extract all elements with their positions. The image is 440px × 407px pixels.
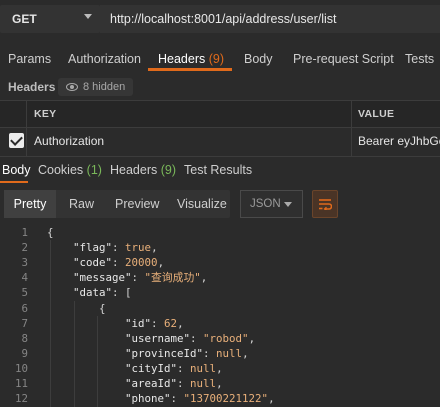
chevron-down-icon	[84, 14, 92, 19]
code-line: 5 "data": [	[0, 285, 440, 300]
code-text: "data": [	[73, 286, 132, 300]
header-value-cell[interactable]: Bearer eyJhbGciO	[358, 134, 440, 148]
header-key-cell[interactable]: Authorization	[34, 134, 104, 148]
line-number: 6	[21, 301, 28, 315]
view-mode-group: Pretty Raw Preview Visualize	[4, 190, 230, 218]
url-input[interactable]: http://localhost:8001/api/address/user/l…	[100, 5, 440, 33]
column-header-value: VALUE	[358, 108, 395, 120]
response-tab-test-results[interactable]: Test Results	[184, 163, 252, 177]
headers-section-header: Headers 8 hidden	[0, 76, 440, 98]
line-number: 3	[21, 256, 28, 270]
column-header-key: KEY	[34, 108, 57, 120]
code-line: 10 "cityId": null,	[0, 361, 440, 376]
view-pretty-button[interactable]: Pretty	[4, 190, 56, 218]
response-tabs: Body Cookies (1) Headers (9) Test Result…	[0, 158, 440, 182]
tab-tests[interactable]: Tests	[405, 52, 434, 66]
code-line: 3 "code": 20000,	[0, 255, 440, 270]
method-select[interactable]: GET	[0, 5, 100, 33]
line-number: 1	[21, 226, 28, 239]
wrap-lines-button[interactable]	[312, 190, 338, 218]
chevron-down-icon	[284, 202, 292, 207]
response-toolbar: Pretty Raw Preview Visualize JSON	[0, 189, 440, 219]
code-text: "flag": true,	[73, 241, 158, 255]
view-visualize-button[interactable]: Visualize	[177, 190, 227, 218]
line-number: 7	[21, 316, 28, 330]
code-text: "code": 20000,	[73, 256, 165, 270]
code-text: "areaId": null,	[125, 377, 223, 390]
line-number: 5	[21, 286, 28, 300]
code-line: 11 "areaId": null,	[0, 376, 440, 391]
code-text: "id": 62,	[125, 316, 184, 330]
tab-authorization[interactable]: Authorization	[68, 52, 141, 66]
headers-table: KEY VALUE Authorization Bearer eyJhbGciO	[0, 100, 440, 157]
line-number: 2	[21, 241, 28, 255]
response-headers-count: (9)	[160, 163, 177, 177]
tab-headers[interactable]: Headers (9)	[158, 52, 224, 66]
cookies-count: (1)	[86, 163, 102, 177]
tab-body[interactable]: Body	[244, 52, 273, 66]
format-value: JSON	[250, 198, 281, 210]
headers-count: (9)	[208, 52, 225, 66]
code-line: 8 "username": "robod",	[0, 331, 440, 346]
headers-section-title: Headers	[8, 80, 56, 94]
code-text: "message": "查询成功",	[73, 271, 208, 285]
line-number: 4	[21, 271, 28, 285]
response-active-tab-indicator	[0, 181, 28, 183]
line-number: 11	[14, 377, 28, 390]
code-line: 4 "message": "查询成功",	[0, 270, 440, 285]
table-header-row: KEY VALUE	[0, 101, 440, 128]
tab-params[interactable]: Params	[8, 52, 51, 66]
tab-pre-request-script[interactable]: Pre-request Script	[293, 52, 394, 66]
response-body-code[interactable]: 1{2 "flag": true, 3 "code": 20000, 4 "mess…	[0, 225, 440, 407]
code-text: "cityId": null,	[125, 361, 223, 375]
response-tab-headers[interactable]: Headers (9)	[110, 163, 176, 177]
view-preview-button[interactable]: Preview	[115, 190, 159, 218]
header-enabled-checkbox[interactable]	[9, 133, 24, 148]
line-number: 12	[14, 392, 28, 406]
view-raw-button[interactable]: Raw	[69, 190, 94, 218]
url-text: http://localhost:8001/api/address/user/l…	[110, 12, 337, 26]
code-text: "username": "robod",	[125, 331, 256, 345]
hidden-headers-label: 8 hidden	[83, 81, 126, 93]
line-number: 10	[14, 361, 28, 375]
method-label: GET	[12, 12, 37, 26]
eye-icon	[66, 83, 78, 91]
table-row: Authorization Bearer eyJhbGciO	[0, 128, 440, 157]
code-text: {	[47, 301, 106, 315]
code-text: "provinceId": null,	[125, 346, 249, 360]
code-line: 12 "phone": "13700221122",	[0, 391, 440, 406]
code-line: 2 "flag": true,	[0, 240, 440, 255]
code-line: 7 "id": 62,	[0, 316, 440, 331]
code-text: "phone": "13700221122",	[125, 392, 275, 406]
line-number: 8	[21, 331, 28, 345]
wrap-lines-icon	[319, 199, 332, 210]
code-line: 6 {	[0, 301, 440, 316]
hidden-headers-toggle[interactable]: 8 hidden	[58, 78, 134, 96]
response-tab-body[interactable]: Body	[2, 163, 31, 177]
active-tab-indicator	[148, 68, 232, 71]
line-number: 9	[21, 346, 28, 360]
request-url-bar: GET http://localhost:8001/api/address/us…	[0, 0, 440, 40]
code-text: {	[47, 226, 54, 239]
code-line: 1{	[0, 225, 440, 240]
code-line: 9 "provinceId": null,	[0, 346, 440, 361]
format-select[interactable]: JSON	[240, 190, 303, 218]
response-tab-cookies[interactable]: Cookies (1)	[38, 163, 102, 177]
